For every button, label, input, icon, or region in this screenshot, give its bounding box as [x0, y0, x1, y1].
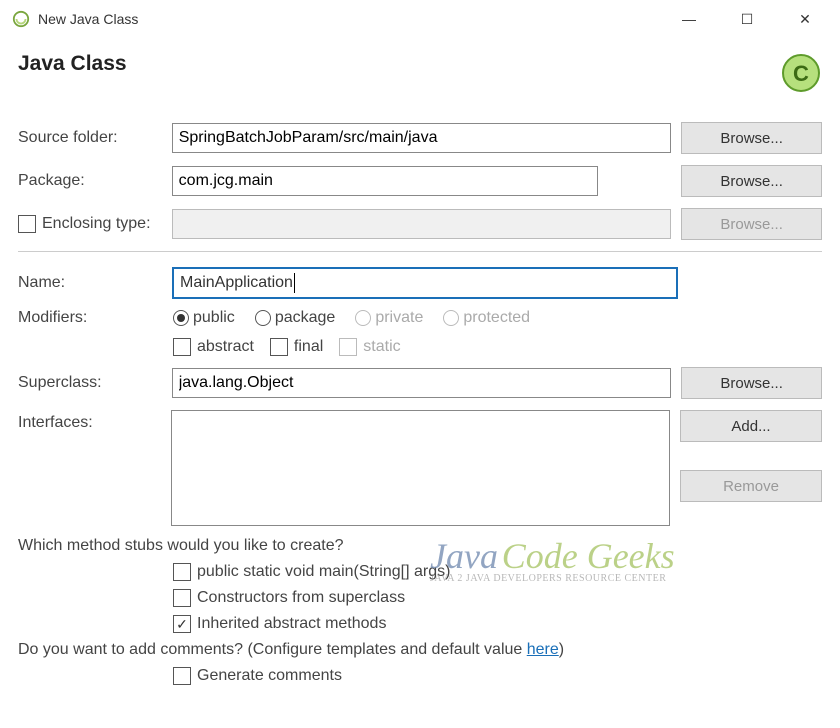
interfaces-row: Interfaces: Add... Remove	[18, 410, 822, 526]
superclass-label: Superclass:	[18, 374, 162, 392]
close-button[interactable]: ✕	[790, 4, 820, 34]
enclosing-type-browse-button: Browse...	[681, 208, 822, 240]
text-cursor-icon	[294, 273, 295, 293]
superclass-input[interactable]	[172, 368, 672, 398]
configure-templates-link[interactable]: here	[527, 641, 559, 658]
superclass-browse-button[interactable]: Browse...	[681, 367, 822, 399]
enclosing-type-label: Enclosing type:	[42, 215, 151, 233]
comments-question-suffix: )	[559, 641, 564, 658]
minimize-button[interactable]: —	[674, 4, 704, 34]
package-radio-label: package	[275, 309, 336, 327]
inherited-methods-checkbox[interactable]	[173, 615, 191, 633]
private-radio	[355, 310, 371, 326]
page-title: Java Class	[18, 52, 127, 76]
eclipse-icon	[12, 10, 30, 28]
package-row: Package: Browse...	[18, 165, 822, 197]
interfaces-remove-button: Remove	[680, 470, 822, 502]
protected-radio-label: protected	[463, 309, 530, 327]
abstract-label: abstract	[197, 338, 254, 356]
public-radio[interactable]	[173, 310, 189, 326]
package-radio[interactable]	[255, 310, 271, 326]
comments-question-prefix: Do you want to add comments? (Configure …	[18, 641, 527, 658]
enclosing-type-checkbox[interactable]	[18, 215, 36, 233]
generate-comments-checkbox[interactable]	[173, 667, 191, 685]
comments-question: Do you want to add comments? (Configure …	[18, 641, 822, 659]
source-folder-label: Source folder:	[18, 129, 162, 147]
window-controls: — ☐ ✕	[674, 4, 828, 34]
svg-text:C: C	[793, 61, 809, 86]
protected-radio	[443, 310, 459, 326]
constructors-label: Constructors from superclass	[197, 589, 405, 607]
modifiers-label: Modifiers:	[18, 309, 163, 327]
interfaces-list[interactable]	[171, 410, 670, 526]
static-label: static	[363, 338, 400, 356]
separator	[18, 251, 822, 252]
main-method-label: public static void main(String[] args)	[197, 563, 450, 581]
superclass-row: Superclass: Browse...	[18, 367, 822, 399]
name-row: Name: MainApplication	[18, 268, 822, 298]
package-label: Package:	[18, 172, 162, 190]
dialog-header: Java Class C	[0, 38, 840, 122]
public-radio-label: public	[193, 309, 235, 327]
enclosing-type-row: Enclosing type: Browse...	[18, 208, 822, 240]
window-title: New Java Class	[38, 11, 674, 27]
final-label: final	[294, 338, 323, 356]
constructors-checkbox[interactable]	[173, 589, 191, 607]
name-input[interactable]: MainApplication	[173, 268, 677, 298]
source-folder-input[interactable]	[172, 123, 672, 153]
package-browse-button[interactable]: Browse...	[681, 165, 822, 197]
interfaces-label: Interfaces:	[18, 410, 161, 432]
method-stubs-question: Which method stubs would you like to cre…	[18, 537, 822, 555]
class-icon: C	[780, 52, 822, 94]
name-label: Name:	[18, 274, 163, 292]
abstract-checkbox[interactable]	[173, 338, 191, 356]
private-radio-label: private	[375, 309, 423, 327]
modifiers-row: Modifiers: public package private protec…	[18, 309, 822, 327]
enclosing-type-input	[172, 209, 672, 239]
main-method-checkbox[interactable]	[173, 563, 191, 581]
maximize-button[interactable]: ☐	[732, 4, 762, 34]
final-checkbox[interactable]	[270, 338, 288, 356]
inherited-methods-label: Inherited abstract methods	[197, 615, 386, 633]
modifier-flags-row: abstract final static	[18, 338, 822, 356]
package-input[interactable]	[172, 166, 598, 196]
generate-comments-label: Generate comments	[197, 667, 342, 685]
interfaces-add-button[interactable]: Add...	[680, 410, 822, 442]
name-input-value: MainApplication	[180, 274, 293, 292]
source-folder-row: Source folder: Browse...	[18, 122, 822, 154]
static-checkbox	[339, 338, 357, 356]
source-folder-browse-button[interactable]: Browse...	[681, 122, 822, 154]
titlebar: New Java Class — ☐ ✕	[0, 0, 840, 38]
